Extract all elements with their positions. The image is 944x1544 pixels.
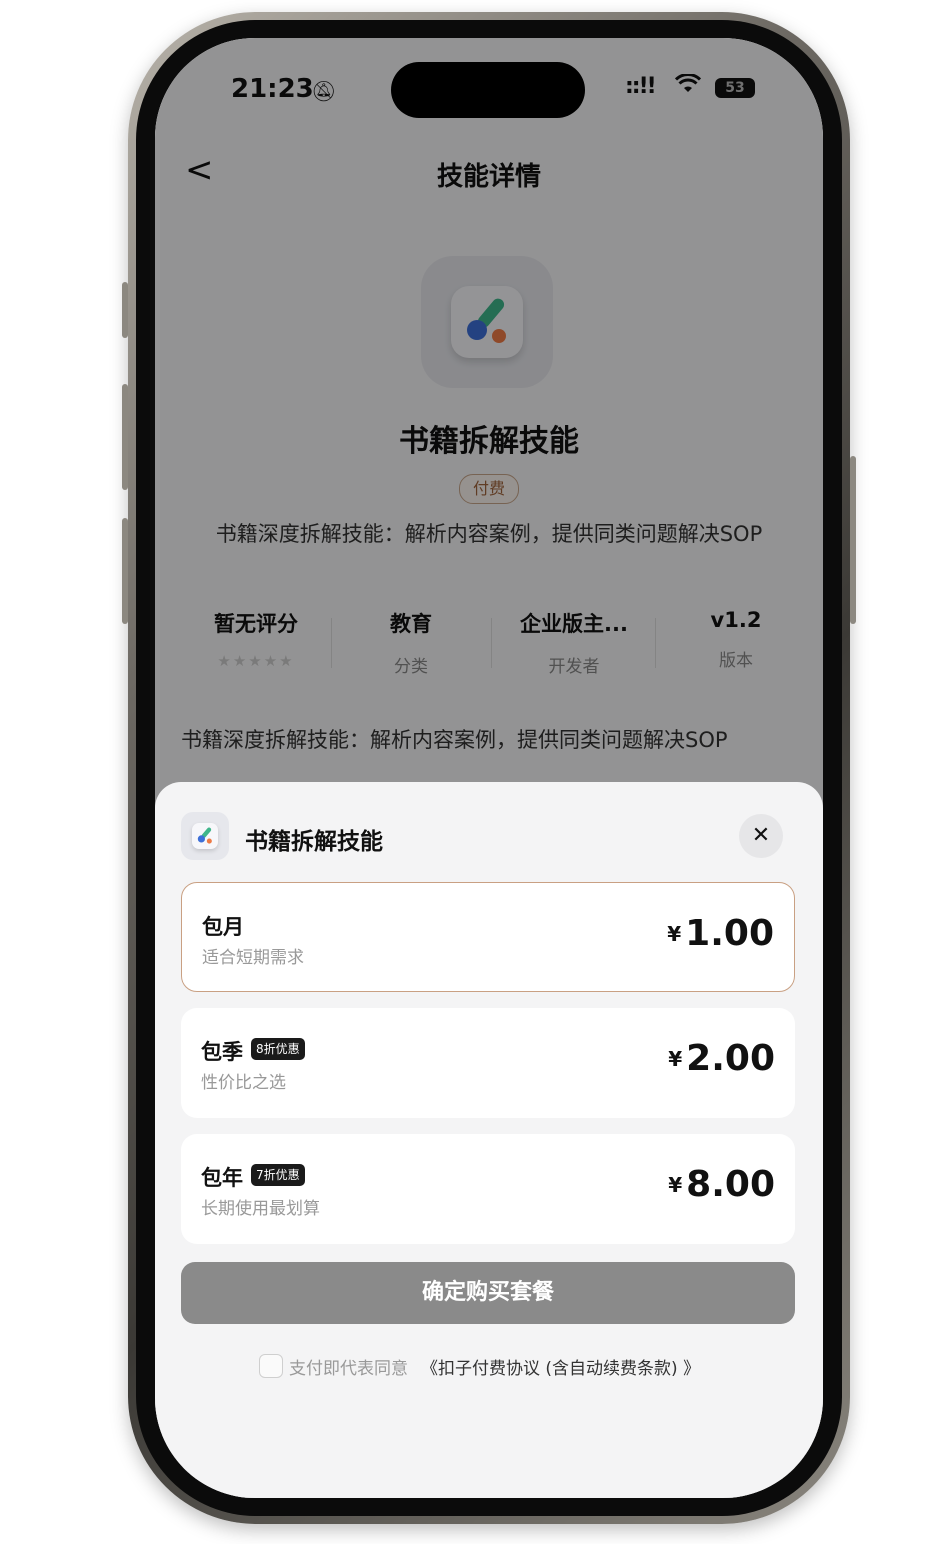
plan-name: 包年 bbox=[201, 1166, 243, 1190]
currency-symbol: ¥ bbox=[668, 1173, 683, 1197]
price-amount: 8.00 bbox=[686, 1164, 775, 1205]
plan-option-monthly[interactable]: 包月 适合短期需求 ¥1.00 bbox=[181, 882, 795, 992]
discount-badge: 8折优惠 bbox=[251, 1038, 305, 1060]
agreement-link[interactable]: 《扣子付费协议 (含自动续费条款) 》 bbox=[421, 1354, 700, 1379]
volume-down-button bbox=[122, 518, 128, 624]
volume-up-button bbox=[122, 384, 128, 490]
plan-option-yearly[interactable]: 包年 7折优惠 长期使用最划算 ¥8.00 bbox=[181, 1134, 795, 1244]
plan-description: 性价比之选 bbox=[201, 1073, 286, 1093]
power-button bbox=[850, 456, 856, 624]
sheet-title: 书籍拆解技能 bbox=[245, 829, 383, 855]
close-button[interactable]: ✕ bbox=[739, 814, 783, 858]
price-amount: 2.00 bbox=[686, 1038, 775, 1079]
plan-price: ¥1.00 bbox=[667, 913, 774, 954]
agreement-prefix: 支付即代表同意 bbox=[289, 1359, 408, 1379]
plan-option-quarterly[interactable]: 包季 8折优惠 性价比之选 ¥2.00 bbox=[181, 1008, 795, 1118]
plan-name: 包季 bbox=[201, 1040, 243, 1064]
confirm-purchase-button[interactable]: 确定购买套餐 bbox=[181, 1262, 795, 1324]
plan-description: 适合短期需求 bbox=[202, 948, 304, 968]
currency-symbol: ¥ bbox=[667, 922, 682, 946]
agreement-checkbox[interactable] bbox=[259, 1354, 283, 1378]
plan-description: 长期使用最划算 bbox=[201, 1199, 320, 1219]
plan-price: ¥8.00 bbox=[668, 1164, 775, 1205]
price-amount: 1.00 bbox=[685, 913, 774, 954]
phone-screen: 21:23 🔕︎ ::!! 53 < 技能详情 书籍拆解技能 付费 书籍深度拆解… bbox=[155, 38, 823, 1498]
action-button bbox=[122, 282, 128, 338]
brush-palette-icon bbox=[181, 812, 229, 860]
currency-symbol: ¥ bbox=[668, 1047, 683, 1071]
purchase-sheet: 书籍拆解技能 ✕ 包月 适合短期需求 ¥1.00 包季 8折优惠 性价比之选 ¥… bbox=[155, 782, 823, 1498]
plan-name: 包月 bbox=[202, 915, 244, 939]
plan-price: ¥2.00 bbox=[668, 1038, 775, 1079]
discount-badge: 7折优惠 bbox=[251, 1164, 305, 1186]
